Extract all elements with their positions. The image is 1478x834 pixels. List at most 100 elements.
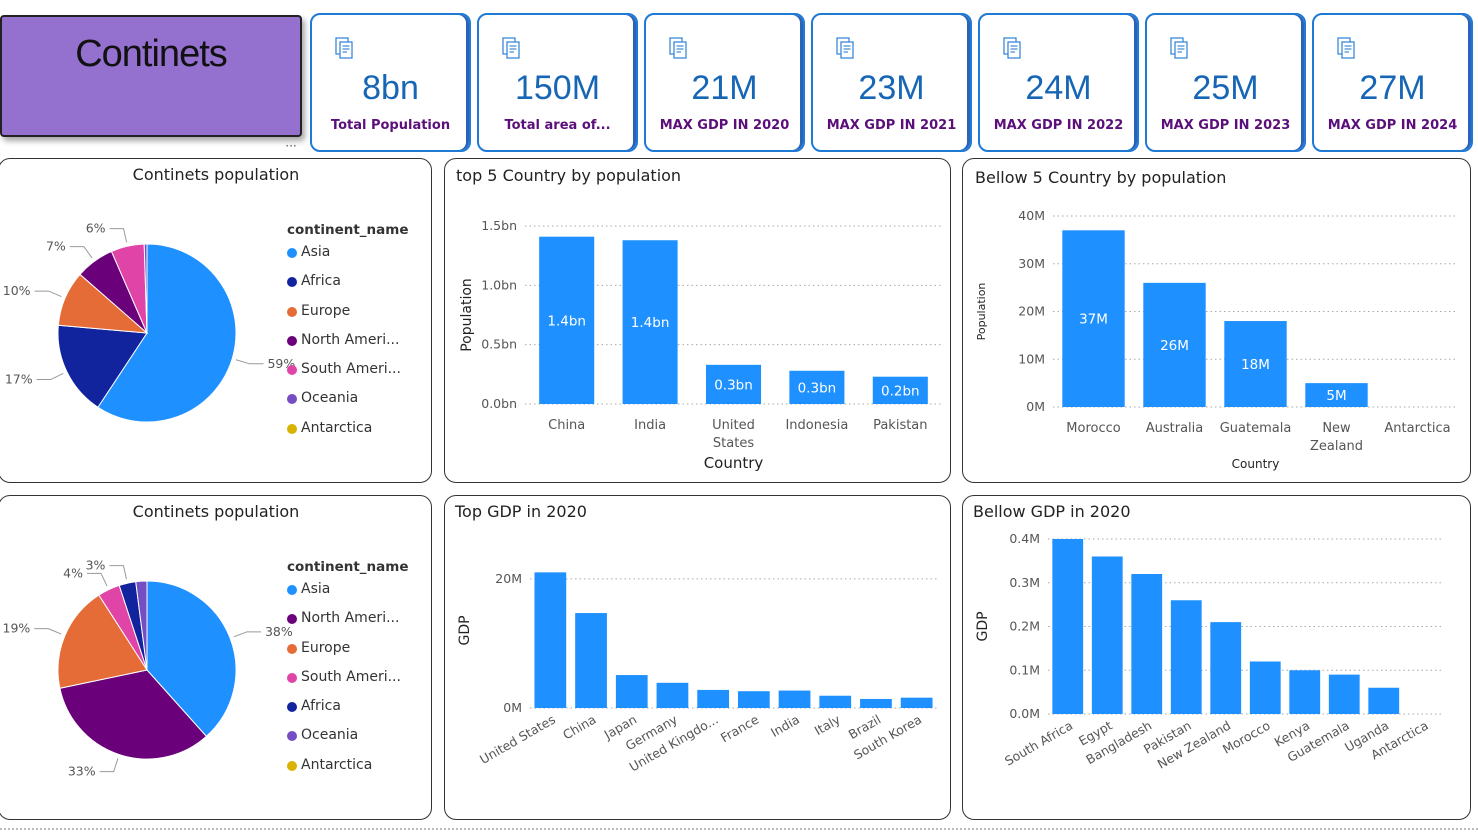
kpi-card[interactable]: 27M MAX GDP IN 2024 (1312, 13, 1473, 152)
bar[interactable] (1368, 687, 1400, 714)
legend: continent_name Asia North Ameri... Europe So… (287, 559, 409, 786)
data-label: 37M (1079, 312, 1108, 328)
y-tick-label: 0M (503, 700, 522, 715)
bar[interactable] (1170, 600, 1202, 714)
leader-line (34, 628, 62, 635)
bottom-divider (0, 828, 1478, 834)
x-tick-label: Pakistan (873, 418, 927, 433)
kpi-card[interactable]: 8bn Total Population (310, 13, 471, 152)
y-tick-label: 0.1M (1009, 662, 1040, 677)
x-tick-label: United (712, 418, 755, 433)
report-icon (1337, 37, 1355, 59)
report-icon (836, 37, 854, 59)
data-label: 0.3bn (798, 380, 837, 396)
bar[interactable] (1131, 574, 1163, 714)
kpi-label: MAX GDP IN 2021 (826, 118, 957, 133)
kpi-value: 21M (691, 69, 758, 107)
bar[interactable] (575, 613, 607, 708)
y-tick-label: 10M (1018, 351, 1045, 366)
legend-item[interactable]: North Ameri... (287, 332, 409, 361)
data-label: 18M (1241, 357, 1270, 373)
bar[interactable] (697, 689, 730, 708)
legend-label: South Ameri... (301, 361, 401, 378)
report-icon (1003, 37, 1021, 59)
legend-label: Asia (301, 244, 331, 260)
kpi-value: 25M (1192, 69, 1259, 107)
legend-item[interactable]: Asia (287, 244, 409, 273)
data-label: 0.3bn (714, 377, 753, 393)
bar[interactable] (615, 675, 648, 708)
kpi-value: 8bn (362, 69, 419, 107)
data-label: 5M (1326, 388, 1346, 404)
bar-chart-panel-top5-population[interactable]: top 5 Country by population 0.0bn 0.5bn 1.… (444, 158, 951, 483)
kpi-value: 24M (1025, 69, 1092, 107)
kpi-value: 27M (1359, 69, 1426, 107)
kpi-card[interactable]: 24M MAX GDP IN 2022 (978, 13, 1139, 152)
y-tick-label: 0.4M (1009, 531, 1040, 546)
bar[interactable] (1289, 670, 1321, 714)
leader-line (87, 572, 108, 587)
data-label: 6% (86, 221, 106, 236)
legend-item[interactable]: Antarctica (287, 757, 409, 786)
legend-dot-icon (287, 248, 297, 258)
leader-line (69, 246, 93, 259)
y-tick-label: 0.0M (1009, 706, 1040, 721)
bar[interactable] (819, 695, 852, 708)
bar[interactable] (534, 572, 567, 708)
kpi-value: 23M (858, 69, 925, 107)
kpi-label: Total area of... (504, 118, 611, 133)
legend-label: South Ameri... (301, 668, 401, 685)
bar-chart-panel-top-gdp[interactable]: Top GDP in 2020 0M 20M GDP United States Chi… (444, 495, 951, 820)
x-tick-label: Antarctica (1384, 421, 1450, 436)
title-card[interactable]: Continets (0, 15, 302, 137)
bar-chart-panel-bottom-gdp[interactable]: Bellow GDP in 2020 0.0M 0.1M 0.2M 0.3M 0.4M G… (962, 495, 1471, 820)
legend-item[interactable]: North Ameri... (287, 610, 409, 639)
legend-item[interactable]: Oceania (287, 727, 409, 756)
bar[interactable] (1249, 661, 1281, 715)
data-label: 3% (86, 558, 106, 573)
more-options-icon[interactable]: ··· (281, 140, 301, 155)
legend-dot-icon (287, 672, 297, 683)
bar-chart-panel-bottom5-population[interactable]: Bellow 5 Country by population 0M 10M 20M 3… (962, 158, 1471, 483)
bar[interactable] (656, 682, 689, 708)
y-tick-label: 1.0bn (481, 277, 517, 292)
kpi-card[interactable]: 23M MAX GDP IN 2021 (811, 13, 972, 152)
kpi-card[interactable]: 25M MAX GDP IN 2023 (1145, 13, 1306, 152)
legend-item[interactable]: Antarctica (287, 420, 409, 449)
chart-canvas: 0M 10M 20M 30M 40M Population 37M Morocco 26M Aus… (975, 208, 1458, 471)
legend-label: Oceania (301, 727, 359, 744)
kpi-card[interactable]: 21M MAX GDP IN 2020 (644, 13, 805, 152)
bar[interactable] (860, 698, 892, 708)
bar[interactable] (900, 697, 933, 708)
legend-item[interactable]: Europe (287, 640, 409, 669)
legend-item[interactable]: Asia (287, 581, 409, 610)
legend-item[interactable]: South Ameri... (287, 669, 409, 698)
legend-item[interactable]: Oceania (287, 390, 409, 419)
bar[interactable] (1052, 539, 1084, 714)
legend-item[interactable]: Africa (287, 698, 409, 727)
legend-label: North Ameri... (301, 331, 400, 348)
data-label: 19% (3, 621, 31, 636)
chart-canvas: 0.0bn 0.5bn 1.0bn 1.5bn Population 1.4bn China… (459, 218, 942, 472)
bar[interactable] (1210, 622, 1242, 714)
data-label: 33% (68, 764, 96, 779)
bar[interactable] (778, 690, 811, 708)
dashboard: Continets ··· 8bn Total Population 150M Tot… (0, 0, 1478, 834)
legend-dot-icon (287, 394, 297, 405)
kpi-card[interactable]: 150M Total area of... (477, 13, 638, 152)
leader-line (99, 758, 119, 773)
pie-chart-panel-1[interactable]: Continets population 59% 17% 10% 7% 6% contin… (0, 158, 432, 483)
legend-item[interactable]: Africa (287, 273, 409, 302)
y-tick-label: 40M (1018, 208, 1045, 223)
pie-chart-panel-2[interactable]: Continets population 38% 33% 19% 4% 3% contin… (0, 495, 432, 820)
bar[interactable] (737, 691, 770, 708)
data-label: 7% (46, 239, 66, 254)
bar[interactable] (1328, 674, 1360, 714)
legend-item[interactable]: South Ameri... (287, 361, 409, 390)
bar[interactable] (1091, 556, 1123, 715)
x-tick-label: Italy (812, 711, 844, 738)
data-label: 1.4bn (547, 313, 586, 329)
x-tick-label: Indonesia (785, 418, 848, 433)
data-label: 26M (1160, 338, 1189, 354)
legend-item[interactable]: Europe (287, 303, 409, 332)
